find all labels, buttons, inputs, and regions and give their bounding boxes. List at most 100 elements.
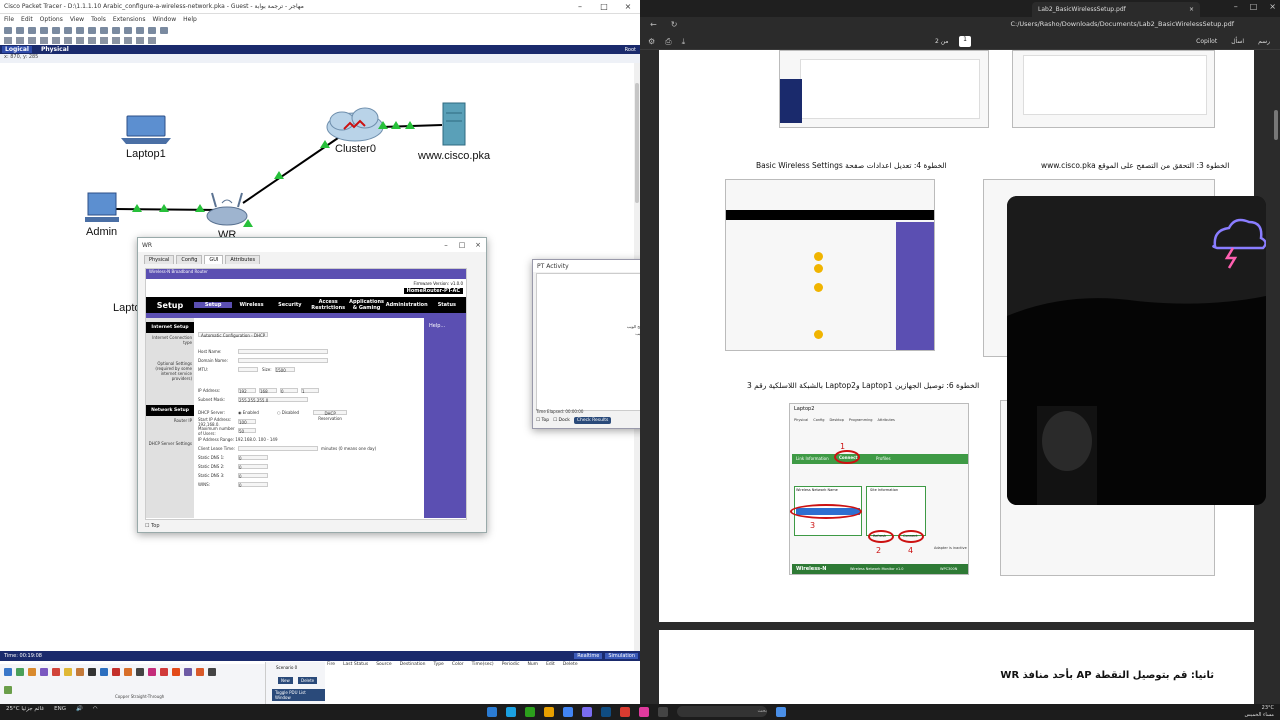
maximize-icon[interactable]: □ bbox=[454, 241, 470, 249]
nav-access-restrictions[interactable]: Access Restrictions bbox=[309, 299, 347, 311]
delete-scenario-button[interactable]: Delete bbox=[298, 677, 318, 684]
nav-status[interactable]: Status bbox=[428, 302, 466, 308]
cable-icon[interactable] bbox=[112, 668, 120, 676]
menu-extensions[interactable]: Extensions bbox=[113, 16, 146, 23]
dhcp-reservation-button[interactable]: DHCP Reservation bbox=[313, 410, 348, 421]
switch-category-icon[interactable] bbox=[16, 668, 24, 676]
top-checkbox[interactable]: ☐ Top bbox=[145, 523, 160, 529]
close-icon[interactable]: × bbox=[616, 2, 640, 11]
start-ip-field[interactable]: 100 bbox=[238, 419, 256, 425]
max-users-field[interactable]: 50 bbox=[238, 428, 256, 434]
drawing-palette-icon[interactable] bbox=[148, 26, 156, 34]
lease-time-field[interactable] bbox=[238, 446, 318, 451]
cable-icon[interactable] bbox=[196, 668, 204, 676]
disabled-radio[interactable]: ○ Disabled bbox=[277, 410, 299, 415]
minimize-icon[interactable]: – bbox=[438, 241, 454, 249]
note-icon[interactable] bbox=[52, 36, 60, 44]
connections-category-icon[interactable] bbox=[64, 668, 72, 676]
close-icon[interactable]: × bbox=[1269, 2, 1276, 11]
pdf-scrollbar[interactable] bbox=[1272, 50, 1280, 704]
cable-icon[interactable] bbox=[124, 668, 132, 676]
zoom-out-icon[interactable] bbox=[136, 26, 144, 34]
complex-pdu-icon[interactable] bbox=[124, 36, 132, 44]
ip-octet-3[interactable]: 0 bbox=[280, 388, 298, 394]
maximize-icon[interactable]: □ bbox=[1250, 2, 1258, 11]
refresh-icon[interactable]: ↻ bbox=[671, 20, 678, 29]
app-icon[interactable] bbox=[639, 706, 649, 717]
print-icon[interactable] bbox=[40, 26, 48, 34]
wifi-icon[interactable]: ◠ bbox=[93, 706, 98, 712]
start-icon[interactable] bbox=[776, 706, 786, 717]
wireless-category-icon[interactable] bbox=[40, 668, 48, 676]
lock-icon[interactable] bbox=[136, 36, 144, 44]
edge-icon[interactable] bbox=[487, 706, 497, 717]
connection-type-select[interactable]: Automatic Configuration - DHCP bbox=[198, 332, 268, 338]
copilot-button[interactable]: Copilot bbox=[1196, 38, 1217, 45]
custom-devices-icon[interactable] bbox=[160, 26, 168, 34]
zoom-reset-icon[interactable] bbox=[124, 26, 132, 34]
language-indicator[interactable]: ENG bbox=[54, 706, 66, 712]
pdf-browser-tab[interactable]: Lab2_BasicWirelessSetup.pdf × bbox=[1032, 2, 1200, 17]
chrome-icon[interactable] bbox=[563, 706, 573, 717]
laptop1-device[interactable] bbox=[121, 115, 171, 144]
inspect-icon[interactable] bbox=[16, 36, 24, 44]
settings-icon[interactable]: ⚙ bbox=[648, 37, 655, 47]
server-device[interactable] bbox=[442, 102, 466, 146]
mtu-select[interactable] bbox=[238, 367, 258, 372]
ask-button[interactable]: اسأل bbox=[1231, 38, 1244, 45]
ip-octet-1[interactable]: 192 bbox=[238, 388, 256, 394]
top-checkbox[interactable]: ☐ Top bbox=[536, 418, 549, 423]
taskbar-search[interactable]: بحث bbox=[677, 706, 767, 717]
app-icon[interactable] bbox=[525, 706, 535, 717]
tab-config[interactable]: Config bbox=[176, 255, 203, 264]
dns2-field[interactable]: 0 bbox=[238, 464, 268, 470]
cable-icon[interactable] bbox=[172, 668, 180, 676]
tab-attributes[interactable]: Attributes bbox=[225, 255, 261, 264]
envelope-icon[interactable] bbox=[148, 36, 156, 44]
app-icon[interactable] bbox=[582, 706, 592, 717]
new-scenario-button[interactable]: New bbox=[278, 677, 293, 684]
minimize-icon[interactable]: – bbox=[1234, 2, 1238, 11]
app-icon[interactable] bbox=[658, 706, 668, 717]
undo-icon[interactable] bbox=[88, 26, 96, 34]
hub-category-icon[interactable] bbox=[28, 668, 36, 676]
cable-icon[interactable] bbox=[76, 668, 84, 676]
menu-tools[interactable]: Tools bbox=[91, 16, 106, 23]
scenario-select[interactable]: Scenario 0 bbox=[276, 665, 297, 670]
check-results-button[interactable]: Check Results bbox=[573, 416, 612, 424]
select-icon[interactable] bbox=[4, 36, 12, 44]
copy-icon[interactable] bbox=[64, 26, 72, 34]
realtime-button[interactable]: Realtime bbox=[574, 653, 603, 659]
cluster-cloud-device[interactable] bbox=[326, 107, 384, 142]
security-category-icon[interactable] bbox=[52, 668, 60, 676]
draw-line-icon[interactable] bbox=[64, 36, 72, 44]
dns3-field[interactable]: 0 bbox=[238, 473, 268, 479]
cable-icon[interactable] bbox=[148, 668, 156, 676]
cable-icon[interactable] bbox=[184, 668, 192, 676]
host-name-field[interactable] bbox=[238, 349, 328, 354]
cable-icon[interactable] bbox=[136, 668, 144, 676]
delete-icon[interactable] bbox=[28, 36, 36, 44]
paste-icon[interactable] bbox=[76, 26, 84, 34]
volume-icon[interactable]: 🔊 bbox=[76, 706, 83, 712]
freeform-icon[interactable] bbox=[100, 36, 108, 44]
cable-icon[interactable] bbox=[208, 668, 216, 676]
nav-security[interactable]: Security bbox=[271, 302, 309, 308]
dns1-field[interactable]: 0 bbox=[238, 455, 268, 461]
open-file-icon[interactable] bbox=[16, 26, 24, 34]
store-icon[interactable] bbox=[506, 706, 516, 717]
menu-view[interactable]: View bbox=[70, 16, 84, 23]
tab-physical[interactable]: Physical bbox=[144, 255, 175, 264]
nav-applications-gaming[interactable]: Applications & Gaming bbox=[347, 299, 385, 311]
tab-physical[interactable]: Physical bbox=[38, 46, 72, 53]
tab-gui[interactable]: GUI bbox=[204, 255, 224, 264]
simple-pdu-icon[interactable] bbox=[112, 36, 120, 44]
cable-icon[interactable] bbox=[160, 668, 168, 676]
packet-tracer-icon[interactable] bbox=[601, 706, 611, 717]
rectangle-icon[interactable] bbox=[76, 36, 84, 44]
save-icon[interactable]: ⤓ bbox=[682, 37, 686, 47]
back-icon[interactable]: ← bbox=[650, 20, 657, 29]
cable-icon[interactable] bbox=[100, 668, 108, 676]
wizard-icon[interactable] bbox=[52, 26, 60, 34]
explorer-icon[interactable] bbox=[544, 706, 554, 717]
